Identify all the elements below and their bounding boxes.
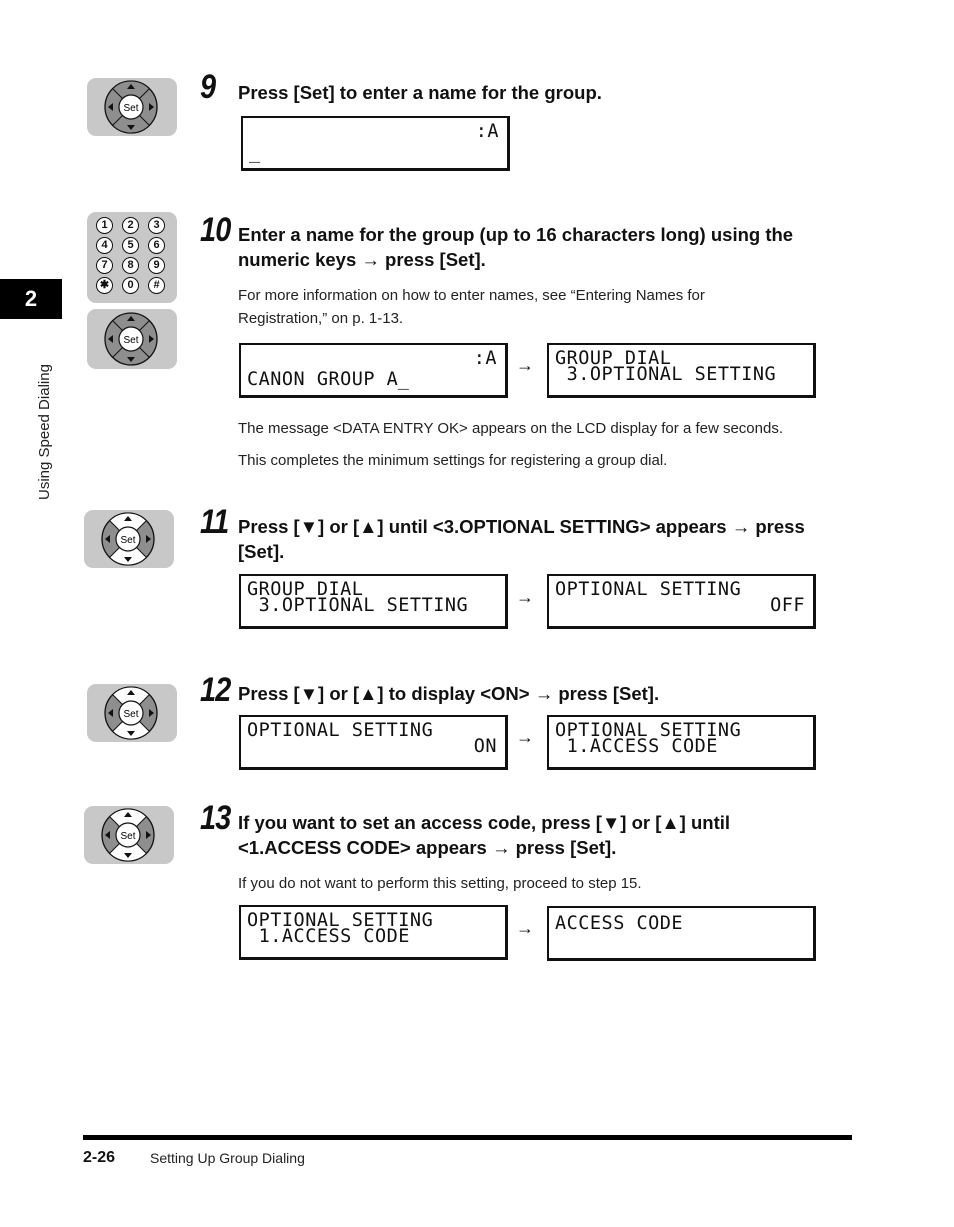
numpad-key: # bbox=[148, 277, 165, 294]
step-heading: Enter a name for the group (up to 16 cha… bbox=[238, 224, 794, 270]
set-navigation-pad-icon: Set bbox=[87, 78, 177, 136]
numpad-key: 9 bbox=[148, 257, 165, 274]
step-note: The message <DATA ENTRY OK> appears on t… bbox=[238, 420, 783, 437]
lcd-line-2: 3.OPTIONAL SETTING bbox=[247, 595, 469, 616]
lcd-display: OPTIONAL SETTING OFF bbox=[547, 574, 816, 629]
lcd-line-2: 1.ACCESS CODE bbox=[555, 736, 718, 757]
numpad-key: 8 bbox=[122, 257, 139, 274]
numpad-key: 2 bbox=[122, 217, 139, 234]
numeric-keypad-icon: 1 2 3 4 5 6 7 8 9 ✱ 0 # bbox=[87, 212, 177, 303]
step-heading: Press [▼] or [▲] to display <ON> → press… bbox=[238, 683, 660, 704]
step-heading: If you want to set an access code, press… bbox=[238, 812, 731, 858]
step-note: This completes the minimum settings for … bbox=[238, 452, 668, 469]
lcd-display: OPTIONAL SETTING ON bbox=[239, 715, 508, 770]
set-navigation-pad-icon: Set bbox=[84, 806, 174, 864]
lcd-line-2: 1.ACCESS CODE bbox=[247, 926, 410, 947]
step-heading: Press [Set] to enter a name for the grou… bbox=[238, 82, 602, 103]
numpad-key: ✱ bbox=[96, 277, 113, 294]
step-note: If you do not want to perform this setti… bbox=[238, 875, 642, 892]
arrow-icon: → bbox=[516, 355, 534, 375]
lcd-line-1: OPTIONAL SETTING bbox=[247, 720, 434, 741]
step-number: 10 bbox=[200, 211, 231, 249]
lcd-display: OPTIONAL SETTING 1.ACCESS CODE bbox=[547, 715, 816, 770]
arrow-icon: → bbox=[516, 918, 534, 938]
numpad-key: 4 bbox=[96, 237, 113, 254]
chapter-tab: 2 bbox=[0, 279, 62, 319]
lcd-line-1: :A bbox=[473, 348, 497, 369]
numpad-key: 1 bbox=[96, 217, 113, 234]
set-label: Set bbox=[123, 335, 138, 346]
footer-section-title: Setting Up Group Dialing bbox=[150, 1150, 305, 1166]
numpad-key: 5 bbox=[122, 237, 139, 254]
step-number: 13 bbox=[200, 799, 231, 837]
step-number: 9 bbox=[200, 68, 216, 106]
lcd-line-2: OFF bbox=[770, 595, 805, 616]
step-number: 12 bbox=[200, 671, 231, 709]
set-navigation-pad-icon: Set bbox=[87, 684, 177, 742]
set-navigation-pad-icon: Set bbox=[84, 510, 174, 568]
set-navigation-pad-icon: Set bbox=[87, 309, 177, 369]
chapter-title: Using Speed Dialing bbox=[36, 364, 53, 500]
numpad-key: 7 bbox=[96, 257, 113, 274]
lcd-line-2: _ bbox=[249, 142, 261, 163]
lcd-display: :A CANON GROUP A̲ bbox=[239, 343, 508, 398]
step-number: 11 bbox=[200, 503, 229, 541]
set-label: Set bbox=[120, 831, 135, 842]
lcd-display: :A _ bbox=[241, 116, 510, 171]
set-label: Set bbox=[120, 535, 135, 546]
set-label: Set bbox=[123, 709, 138, 720]
numpad-key: 6 bbox=[148, 237, 165, 254]
lcd-display: GROUP DIAL 3.OPTIONAL SETTING bbox=[239, 574, 508, 629]
arrow-icon: → bbox=[516, 727, 534, 747]
footer-rule bbox=[83, 1135, 852, 1140]
step-note: For more information on how to enter nam… bbox=[238, 287, 705, 327]
step-heading: Press [▼] or [▲] until <3.OPTIONAL SETTI… bbox=[238, 516, 805, 562]
page-number: 2-26 bbox=[83, 1149, 116, 1166]
lcd-display: GROUP DIAL 3.OPTIONAL SETTING bbox=[547, 343, 816, 398]
numpad-key: 0 bbox=[122, 277, 139, 294]
arrow-icon: → bbox=[516, 587, 534, 607]
numpad-key: 3 bbox=[148, 217, 165, 234]
lcd-line-2: ON bbox=[473, 736, 497, 757]
lcd-line-1: ACCESS CODE bbox=[555, 913, 684, 934]
lcd-display: OPTIONAL SETTING 1.ACCESS CODE bbox=[239, 905, 508, 960]
lcd-display: ACCESS CODE bbox=[547, 906, 816, 961]
chapter-number: 2 bbox=[24, 286, 38, 311]
set-label: Set bbox=[123, 103, 138, 114]
lcd-line-2: 3.OPTIONAL SETTING bbox=[555, 364, 777, 385]
lcd-line-1: OPTIONAL SETTING bbox=[555, 579, 742, 600]
lcd-line-2: CANON GROUP A̲ bbox=[247, 369, 410, 390]
lcd-line-1: :A bbox=[475, 121, 499, 142]
